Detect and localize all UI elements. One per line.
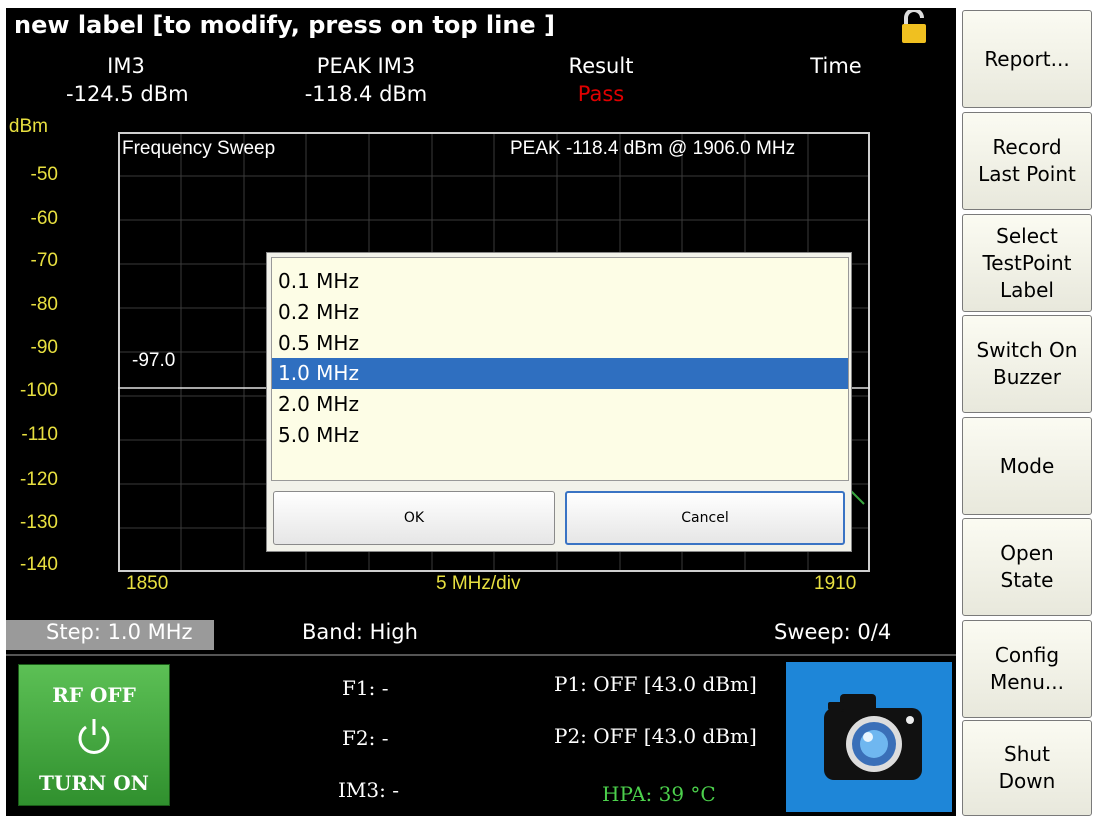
im3-value: -124.5 dBm (66, 82, 189, 106)
x-start-label: 1850 (126, 573, 169, 594)
peak-im3-label: PEAK IM3 (316, 54, 416, 78)
peak-im3-readout: PEAK IM3 -118.4 dBm (276, 52, 456, 108)
cancel-button[interactable]: Cancel (565, 491, 845, 545)
list-item[interactable]: 0.5 MHz (272, 328, 848, 359)
y-tick: -100 (19, 380, 58, 401)
rf-state-label: RF OFF (52, 683, 136, 707)
title-label: new label [to modify, press on top line … (14, 11, 556, 39)
marker-value-label: -97.0 (132, 350, 176, 371)
report-button[interactable]: Report... (962, 10, 1092, 108)
unlocked-padlock-icon[interactable] (900, 10, 928, 44)
y-tick: -60 (30, 208, 58, 229)
title-bar[interactable]: new label [to modify, press on top line … (6, 8, 956, 44)
im3-bottom-readout: IM3: - (338, 778, 399, 802)
p1-readout: P1: OFF [43.0 dBm] (554, 672, 757, 696)
list-item-selected[interactable]: 1.0 MHz (272, 358, 848, 389)
time-label: Time (810, 54, 862, 78)
list-item[interactable]: 0.1 MHz (272, 266, 848, 297)
soft-key-panel: Report... Record Last Point Select TestP… (962, 10, 1094, 818)
sweep-label: Sweep: 0/4 (774, 620, 892, 644)
rf-action-label: TURN ON (39, 771, 149, 795)
hpa-temperature: HPA: 39 °C (602, 782, 716, 806)
x-end-label: 1910 (814, 573, 857, 594)
instrument-screen: new label [to modify, press on top line … (6, 8, 956, 816)
y-tick: -50 (30, 164, 58, 185)
config-menu-button[interactable]: Config Menu... (962, 620, 1092, 718)
p2-readout: P2: OFF [43.0 dBm] (554, 724, 757, 748)
step-size-list[interactable]: 0.1 MHz 0.2 MHz 0.5 MHz 1.0 MHz 2.0 MHz … (271, 257, 849, 481)
peak-marker-text: PEAK -118.4 dBm @ 1906.0 MHz (510, 138, 796, 159)
y-tick: -70 (30, 250, 58, 271)
f2-readout: F2: - (342, 726, 389, 750)
im3-label: IM3 (107, 54, 145, 78)
y-tick: -110 (21, 424, 58, 445)
shut-down-button[interactable]: Shut Down (962, 720, 1092, 816)
list-item[interactable]: 5.0 MHz (272, 420, 848, 451)
y-tick: -120 (19, 469, 58, 490)
x-div-label: 5 MHz/div (436, 573, 521, 594)
y-tick: -130 (19, 512, 58, 533)
list-item[interactable]: 0.2 MHz (272, 297, 848, 328)
y-tick: -90 (30, 337, 58, 358)
y-unit-label: dBm (8, 116, 48, 137)
switch-on-buzzer-button[interactable]: Switch On Buzzer (962, 315, 1092, 413)
ok-button[interactable]: OK (273, 491, 555, 545)
result-value: Pass (577, 82, 625, 106)
peak-im3-value: -118.4 dBm (304, 82, 428, 106)
list-item[interactable]: 2.0 MHz (272, 389, 848, 420)
plot-title: Frequency Sweep (122, 138, 276, 159)
result-label: Result (568, 54, 634, 78)
camera-icon (824, 694, 922, 780)
time-readout: Time (786, 52, 886, 80)
screenshot-button[interactable] (786, 662, 952, 812)
rf-turn-on-button[interactable]: RF OFF TURN ON (18, 664, 170, 806)
y-tick: -80 (30, 294, 58, 315)
f1-readout: F1: - (342, 676, 389, 700)
record-last-point-button[interactable]: Record Last Point (962, 112, 1092, 210)
im3-readout: IM3 -124.5 dBm (66, 52, 189, 108)
open-state-button[interactable]: Open State (962, 518, 1092, 616)
band-label: Band: High (302, 620, 418, 644)
power-icon (78, 719, 110, 754)
result-readout: Result Pass (546, 52, 656, 108)
mode-button[interactable]: Mode (962, 417, 1092, 515)
select-testpoint-label-button[interactable]: Select TestPoint Label (962, 214, 1092, 312)
step-size-dialog: 0.1 MHz 0.2 MHz 0.5 MHz 1.0 MHz 2.0 MHz … (266, 252, 852, 552)
y-tick: -140 (19, 554, 58, 575)
step-label: Step: 1.0 MHz (46, 620, 193, 644)
